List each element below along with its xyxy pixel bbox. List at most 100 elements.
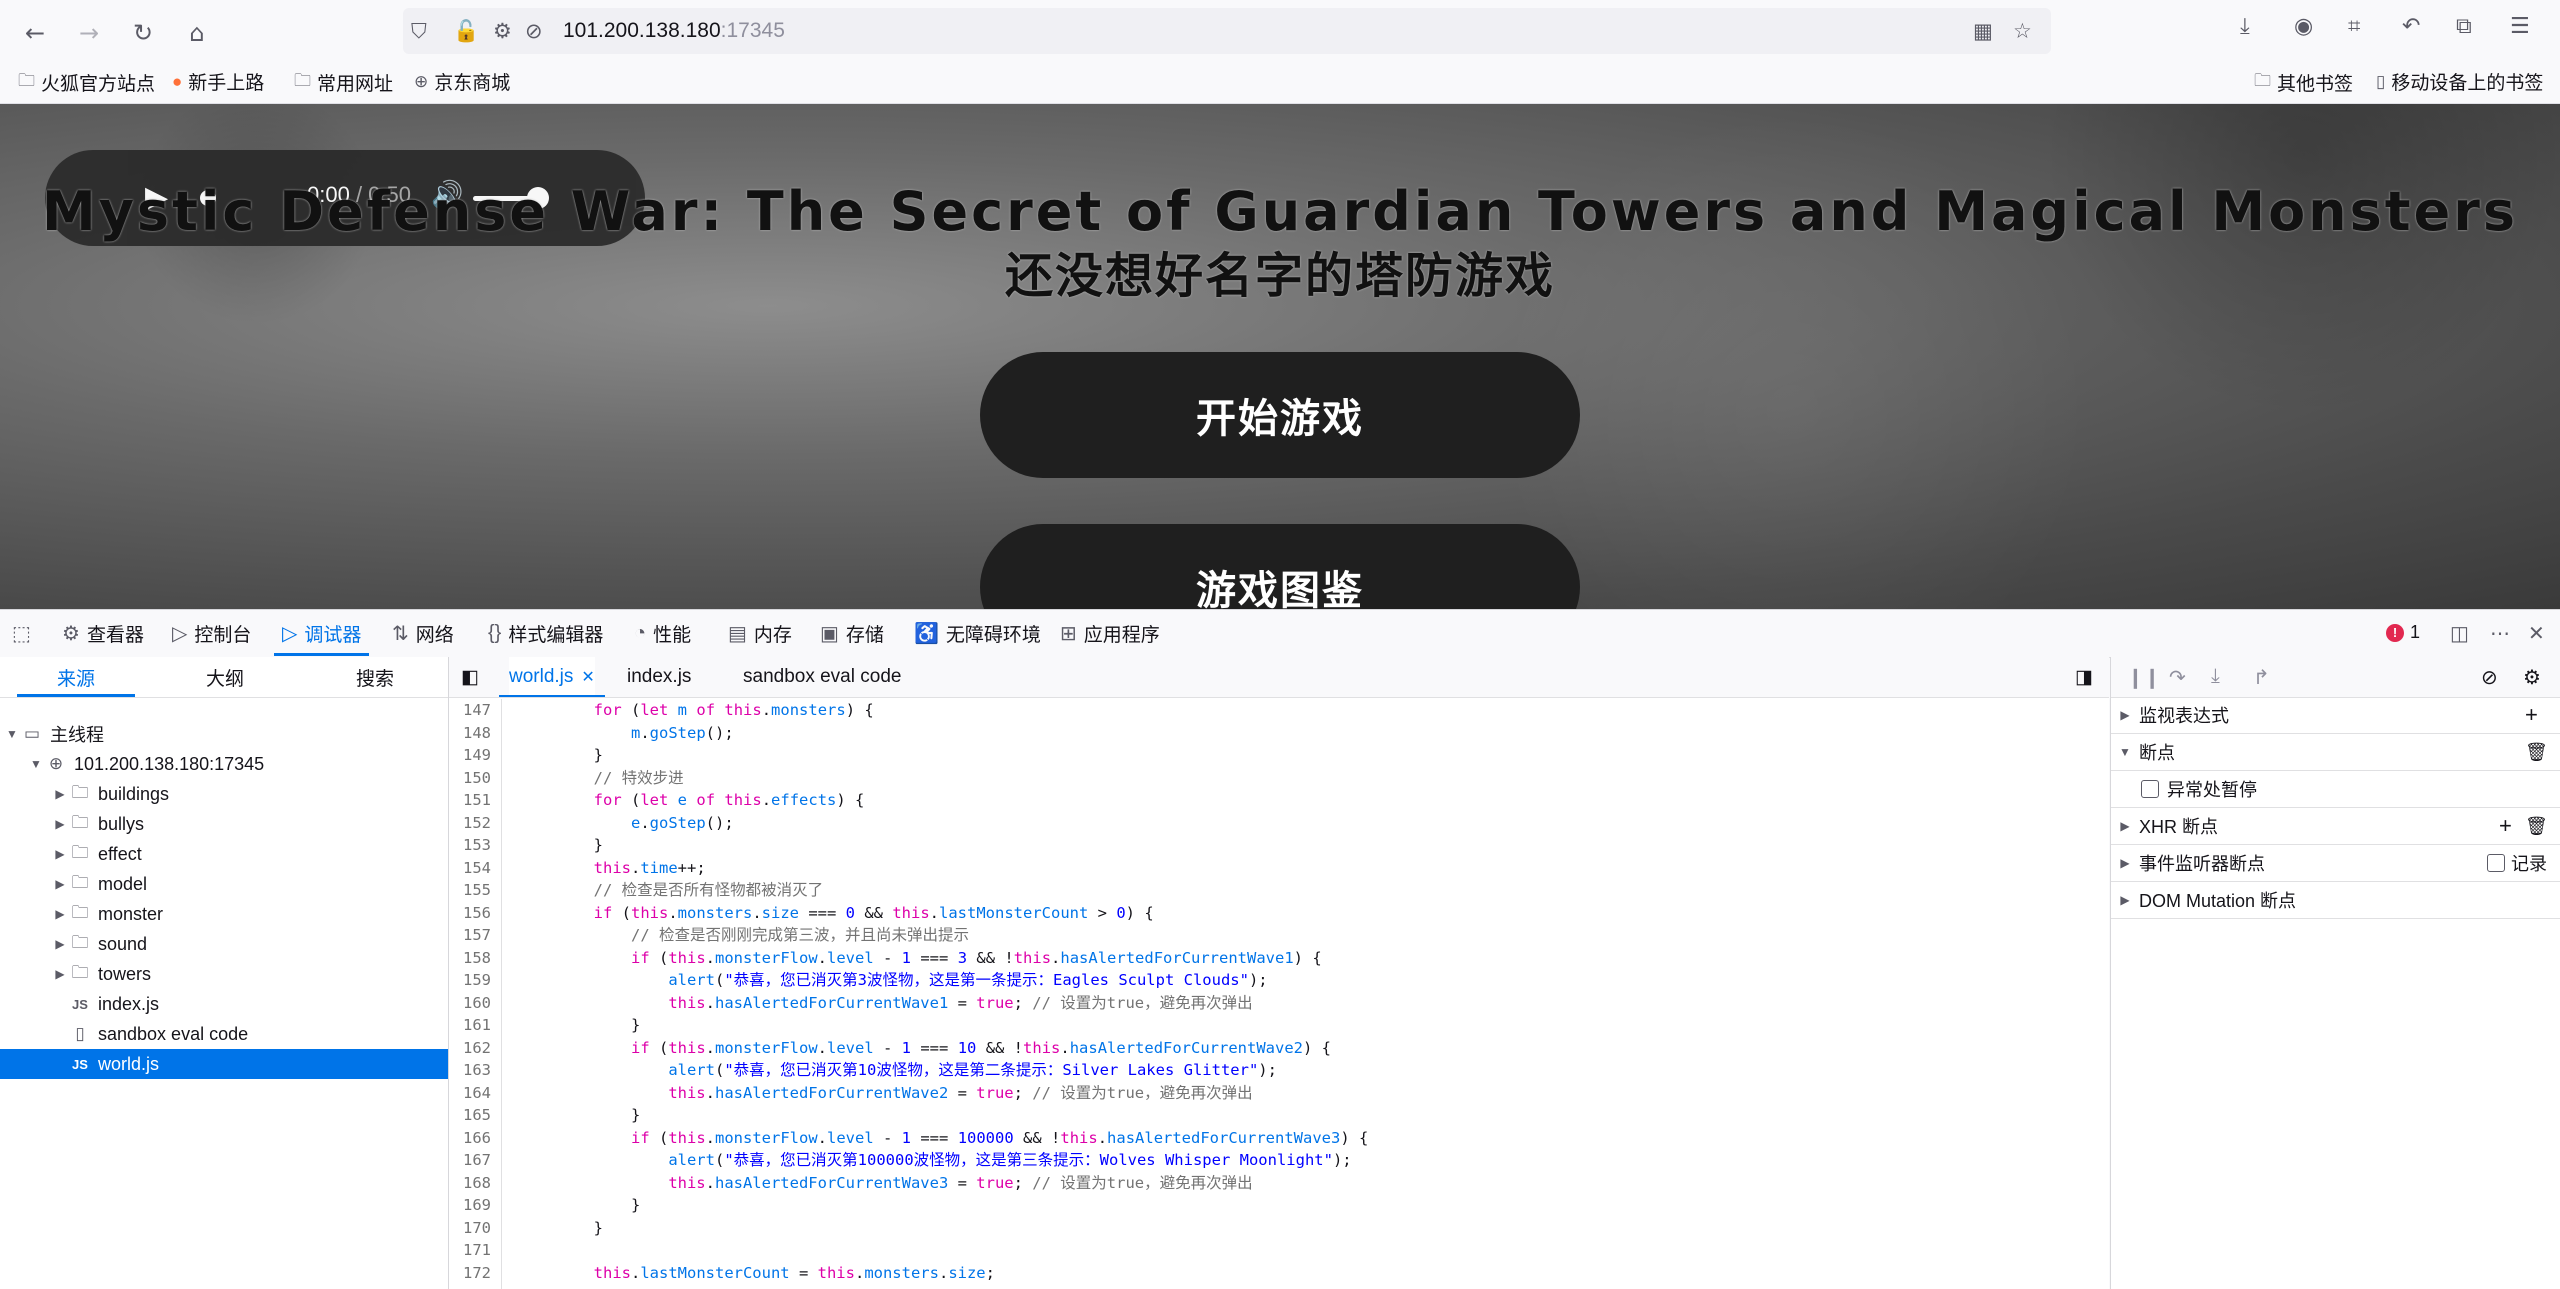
code-line[interactable]: 165 } xyxy=(449,1104,2109,1127)
tree-host[interactable]: ▼ ⊕ 101.200.138.180:17345 xyxy=(0,749,448,779)
log-checkbox[interactable] xyxy=(2487,854,2505,872)
line-number[interactable]: 157 xyxy=(449,924,499,947)
editor-tab-world-js[interactable]: world.js ✕ xyxy=(499,657,605,697)
step-in-icon[interactable]: ⤓ xyxy=(2211,665,2220,688)
toggle-debugger-pane-icon[interactable]: ◨ xyxy=(2075,657,2093,697)
tree-file[interactable]: ▯ sandbox eval code xyxy=(0,1019,448,1049)
reload-icon[interactable]: ↻ xyxy=(126,16,160,50)
element-picker-icon[interactable]: ⬚ xyxy=(12,610,31,656)
step-over-icon[interactable]: ↷ xyxy=(2169,665,2186,690)
tab-debugger[interactable]: ▷ 调试器 xyxy=(273,610,370,656)
settings-gear-icon[interactable]: ⚙ xyxy=(2523,665,2541,690)
deactivate-breakpoints-icon[interactable]: ⊘ xyxy=(2481,665,2498,690)
tree-folder[interactable]: ▶ 🗀 bullys xyxy=(0,809,448,839)
permissions-icon[interactable]: ⚙ xyxy=(493,19,512,43)
shield-icon[interactable]: ⛉ xyxy=(411,19,427,44)
tab-memory[interactable]: ▤ 内存 xyxy=(728,610,792,656)
event-listener-breakpoints-section[interactable]: ▶ 事件监听器断点 记录 xyxy=(2111,845,2560,882)
line-number[interactable]: 164 xyxy=(449,1082,499,1105)
editor-tab-index-js[interactable]: index.js xyxy=(627,657,691,697)
code-line[interactable]: 157 // 检查是否刚刚完成第三波，并且尚未弹出提示 xyxy=(449,924,2109,947)
tree-file[interactable]: JS index.js xyxy=(0,989,448,1019)
line-number[interactable]: 147 xyxy=(449,699,499,722)
download-icon[interactable]: ⤓ xyxy=(2240,14,2250,39)
tree-file-selected[interactable]: JS world.js xyxy=(0,1049,448,1079)
code-line[interactable]: 169 } xyxy=(449,1194,2109,1217)
line-number[interactable]: 163 xyxy=(449,1059,499,1082)
code-line[interactable]: 170 } xyxy=(449,1217,2109,1240)
close-devtools-icon[interactable]: ✕ xyxy=(2528,610,2545,656)
xhr-breakpoints-section[interactable]: ▶ XHR 断点 + 🗑 xyxy=(2111,808,2560,845)
home-icon[interactable]: ⌂ xyxy=(180,16,214,50)
close-tab-icon[interactable]: ✕ xyxy=(581,667,594,687)
more-options-icon[interactable]: ⋯ xyxy=(2490,610,2510,656)
delete-xhr-icon[interactable]: 🗑 xyxy=(2525,816,2548,837)
code-line[interactable]: 156 if (this.monsters.size === 0 && this… xyxy=(449,902,2109,925)
code-line[interactable]: 161 } xyxy=(449,1014,2109,1037)
breakpoints-section[interactable]: ▼ 断点 🗑 xyxy=(2111,734,2560,771)
back-icon[interactable]: ← xyxy=(18,16,52,50)
editor-tab-sandbox[interactable]: sandbox eval code xyxy=(743,657,901,697)
line-number[interactable]: 152 xyxy=(449,812,499,835)
watch-expressions-section[interactable]: ▶ 监视表达式 + xyxy=(2111,697,2560,734)
tab-search[interactable]: 搜索 xyxy=(356,657,394,697)
tab-inspector[interactable]: ⚙ 查看器 xyxy=(62,610,144,656)
line-number[interactable]: 172 xyxy=(449,1262,499,1285)
bookmark-item[interactable]: ● 新手上路 xyxy=(172,68,264,95)
tree-folder[interactable]: ▶ 🗀 model xyxy=(0,869,448,899)
code-line[interactable]: 150 // 特效步进 xyxy=(449,767,2109,790)
line-number[interactable]: 170 xyxy=(449,1217,499,1240)
line-number[interactable]: 155 xyxy=(449,879,499,902)
code-line[interactable]: 163 alert("恭喜，您已消灭第10波怪物，这是第二条提示：Silver … xyxy=(449,1059,2109,1082)
qr-code-icon[interactable]: ▦ xyxy=(1973,19,1993,43)
line-number[interactable]: 150 xyxy=(449,767,499,790)
code-line[interactable]: 155 // 检查是否所有怪物都被消灭了 xyxy=(449,879,2109,902)
extensions-icon[interactable]: ⧉ xyxy=(2456,14,2472,39)
insecure-lock-icon[interactable]: 🔓 xyxy=(453,19,479,44)
code-line[interactable]: 149 } xyxy=(449,744,2109,767)
line-number[interactable]: 149 xyxy=(449,744,499,767)
menu-icon[interactable]: ☰ xyxy=(2510,14,2530,39)
bookmark-item[interactable]: 🗀 其他书签 xyxy=(2254,68,2353,97)
tree-folder[interactable]: ▶ 🗀 buildings xyxy=(0,779,448,809)
code-line[interactable]: 171 xyxy=(449,1239,2109,1262)
tree-folder[interactable]: ▶ 🗀 monster xyxy=(0,899,448,929)
tab-outline[interactable]: 大纲 xyxy=(206,657,244,697)
dock-side-icon[interactable]: ◫ xyxy=(2450,610,2469,656)
code-line[interactable]: 167 alert("恭喜，您已消灭第100000波怪物，这是第三条提示：Wol… xyxy=(449,1149,2109,1172)
delete-breakpoints-icon[interactable]: 🗑 xyxy=(2525,742,2548,763)
code-line[interactable]: 166 if (this.monsterFlow.level - 1 === 1… xyxy=(449,1127,2109,1150)
pause-icon[interactable]: ❙❙ xyxy=(2127,665,2161,690)
line-number[interactable]: 171 xyxy=(449,1239,499,1262)
tab-accessibility[interactable]: ♿ 无障碍环境 xyxy=(914,610,1041,656)
pause-on-exceptions-row[interactable]: 异常处暂停 xyxy=(2111,771,2560,808)
line-number[interactable]: 165 xyxy=(449,1104,499,1127)
crop-icon[interactable]: ⌗ xyxy=(2348,14,2360,39)
code-line[interactable]: 154 this.time++; xyxy=(449,857,2109,880)
add-xhr-icon[interactable]: + xyxy=(2499,813,2512,839)
line-number[interactable]: 162 xyxy=(449,1037,499,1060)
game-encyclopedia-button[interactable]: 游戏图鉴 xyxy=(980,524,1580,609)
line-number[interactable]: 168 xyxy=(449,1172,499,1195)
code-line[interactable]: 148 m.goStep(); xyxy=(449,722,2109,745)
add-watch-icon[interactable]: + xyxy=(2525,702,2538,728)
line-number[interactable]: 158 xyxy=(449,947,499,970)
line-number[interactable]: 151 xyxy=(449,789,499,812)
toggle-sources-icon[interactable]: ◧ xyxy=(461,657,479,697)
bookmark-item[interactable]: ▯ 移动设备上的书签 xyxy=(2376,68,2543,95)
tree-folder[interactable]: ▶ 🗀 effect xyxy=(0,839,448,869)
log-toggle[interactable]: 记录 xyxy=(2487,850,2547,876)
url-bar[interactable]: ⛉ 🔓 ⚙ ⊘ 101.200.138.180:17345 ▦ ☆ xyxy=(403,8,2051,54)
bookmark-item[interactable]: ⊕ 京东商城 xyxy=(414,68,510,95)
line-number[interactable]: 169 xyxy=(449,1194,499,1217)
code-line[interactable]: 151 for (let e of this.effects) { xyxy=(449,789,2109,812)
code-line[interactable]: 158 if (this.monsterFlow.level - 1 === 3… xyxy=(449,947,2109,970)
line-number[interactable]: 156 xyxy=(449,902,499,925)
start-game-button[interactable]: 开始游戏 xyxy=(980,352,1580,478)
tab-console[interactable]: ▷ 控制台 xyxy=(172,610,251,656)
tab-sources[interactable]: 来源 xyxy=(16,657,136,697)
tree-thread[interactable]: ▼ ▭ 主线程 xyxy=(0,719,448,749)
tree-folder[interactable]: ▶ 🗀 towers xyxy=(0,959,448,989)
tracking-icon[interactable]: ⊘ xyxy=(525,19,543,43)
line-number[interactable]: 159 xyxy=(449,969,499,992)
